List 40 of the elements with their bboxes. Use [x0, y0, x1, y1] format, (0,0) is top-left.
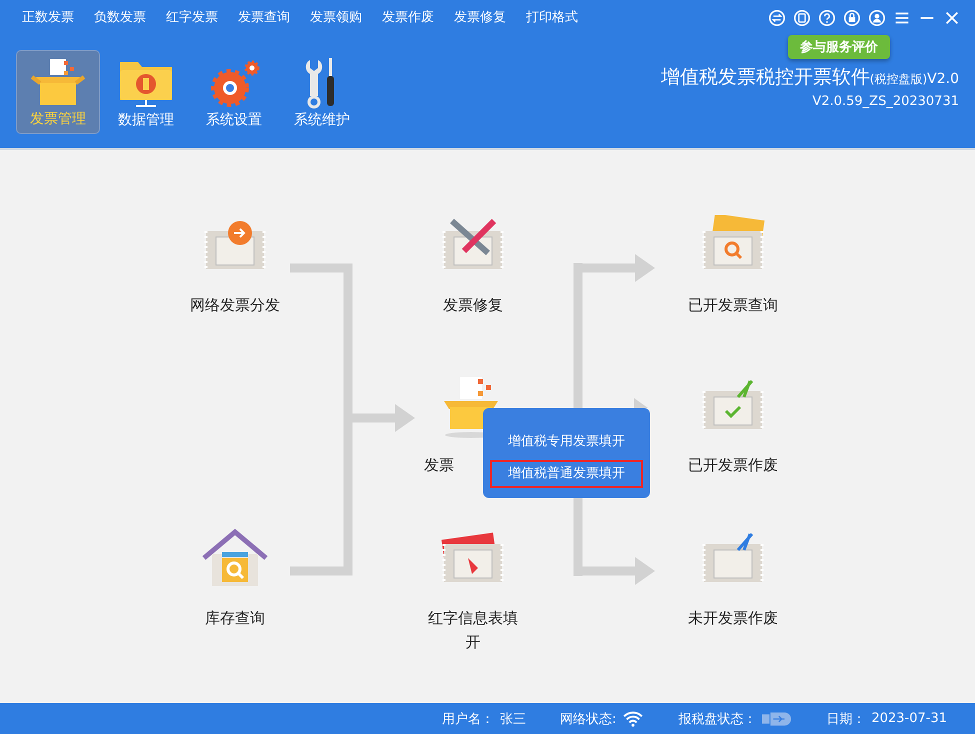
date-text: 2023-07-31	[871, 711, 947, 726]
swap-icon[interactable]	[768, 9, 786, 27]
menu-item[interactable]: 发票领购	[300, 8, 372, 28]
toolbar-button[interactable]: 系统维护	[280, 50, 364, 134]
date-label: 日期：	[826, 710, 866, 728]
user-label: 用户名：	[442, 710, 494, 728]
usb-drive-icon	[762, 710, 792, 726]
popup-menu-item[interactable]: 增值税普通发票填开	[490, 460, 643, 488]
toolbar-button[interactable]: 发票管理	[16, 50, 100, 134]
version-text: V2.0.59_ZS_20230731	[811, 94, 959, 109]
menu-item[interactable]: 发票查询	[228, 8, 300, 28]
flow-node[interactable]: 未开发票作废	[663, 528, 803, 630]
menu-item[interactable]: 负数发票	[84, 8, 156, 28]
menu-item[interactable]: 打印格式	[516, 8, 588, 28]
tooltip: 参与服务评价	[788, 35, 890, 59]
menu-item[interactable]: 发票作废	[372, 8, 444, 28]
user-icon[interactable]	[868, 9, 886, 27]
arrow	[352, 404, 415, 432]
app-title: 增值税发票税控开票软件(税控盘版)V2.0	[660, 65, 959, 90]
close-icon[interactable]	[943, 9, 961, 27]
flow-node[interactable]: 已开发票作废	[663, 375, 803, 477]
user-name: 张三	[500, 710, 526, 728]
menu-item[interactable]: 正数发票	[12, 8, 84, 28]
help-icon[interactable]	[818, 9, 836, 27]
lock-icon[interactable]	[843, 9, 861, 27]
menu-item[interactable]: 发票修复	[444, 8, 516, 28]
tax-disk-label: 报税盘状态：	[678, 710, 756, 728]
flow-node[interactable]: 库存查询	[165, 528, 305, 630]
note-icon[interactable]	[793, 9, 811, 27]
toolbar-button[interactable]: 数据管理	[104, 50, 188, 134]
menu-item[interactable]: 红字发票	[156, 8, 228, 28]
flow-node[interactable]: 红字信息表填开	[403, 528, 543, 654]
flow-node[interactable]: 已开发票查询	[663, 215, 803, 317]
arrow-head	[634, 398, 648, 408]
popup-menu-item[interactable]: 增值税专用发票填开	[490, 428, 643, 456]
toolbar-button[interactable]: 系统设置	[192, 50, 276, 134]
flow-node[interactable]: 发票修复	[403, 215, 543, 317]
network-label: 网络状态:	[560, 710, 616, 728]
wifi-icon	[622, 710, 644, 726]
flow-node[interactable]: 网络发票分发	[165, 215, 305, 317]
